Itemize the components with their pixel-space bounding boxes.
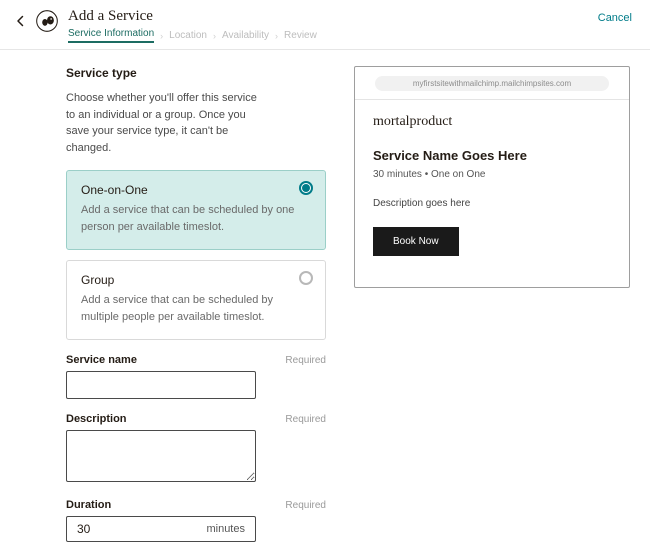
preview-url: myfirstsitewithmailchimp.mailchimpsites.… (375, 76, 609, 91)
description-input[interactable] (66, 430, 256, 482)
radio-icon (299, 181, 313, 195)
required-label: Required (285, 414, 326, 425)
duration-value: 30 (77, 522, 90, 536)
service-type-heading: Service type (66, 66, 326, 80)
duration-label: Duration (66, 499, 111, 511)
cancel-link[interactable]: Cancel (598, 12, 632, 24)
preview-description: Description goes here (373, 198, 611, 209)
preview-panel: myfirstsitewithmailchimp.mailchimpsites.… (354, 66, 630, 288)
step-service-information[interactable]: Service Information (68, 28, 154, 43)
option-desc: Add a service that can be scheduled by o… (81, 202, 311, 235)
page-title: Add a Service (68, 8, 317, 25)
option-title: One-on-One (81, 183, 311, 197)
chevron-right-icon: › (213, 31, 216, 41)
duration-input[interactable]: 30 minutes (66, 516, 256, 542)
step-location: Location (169, 30, 207, 41)
option-title: Group (81, 273, 311, 287)
duration-unit: minutes (206, 523, 245, 535)
option-desc: Add a service that can be scheduled by m… (81, 292, 311, 325)
step-availability: Availability (222, 30, 269, 41)
description-label: Description (66, 413, 127, 425)
service-type-hint: Choose whether you'll offer this service… (66, 90, 266, 156)
required-label: Required (285, 355, 326, 366)
chevron-right-icon: › (160, 31, 163, 41)
preview-brand: mortalproduct (373, 114, 611, 130)
page-header: Add a Service Service Information › Loca… (0, 0, 650, 50)
mailchimp-logo-icon (36, 10, 58, 32)
service-name-input[interactable] (66, 371, 256, 399)
chevron-right-icon: › (275, 31, 278, 41)
radio-icon (299, 271, 313, 285)
step-breadcrumb: Service Information › Location › Availab… (68, 28, 317, 43)
option-one-on-one[interactable]: One-on-One Add a service that can be sch… (66, 170, 326, 250)
option-group[interactable]: Group Add a service that can be schedule… (66, 260, 326, 340)
step-review: Review (284, 30, 317, 41)
preview-service-name: Service Name Goes Here (373, 148, 611, 163)
required-label: Required (285, 500, 326, 511)
preview-meta: 30 minutes • One on One (373, 169, 611, 180)
book-now-button[interactable]: Book Now (373, 227, 459, 256)
service-name-label: Service name (66, 354, 137, 366)
back-button[interactable] (12, 12, 30, 30)
